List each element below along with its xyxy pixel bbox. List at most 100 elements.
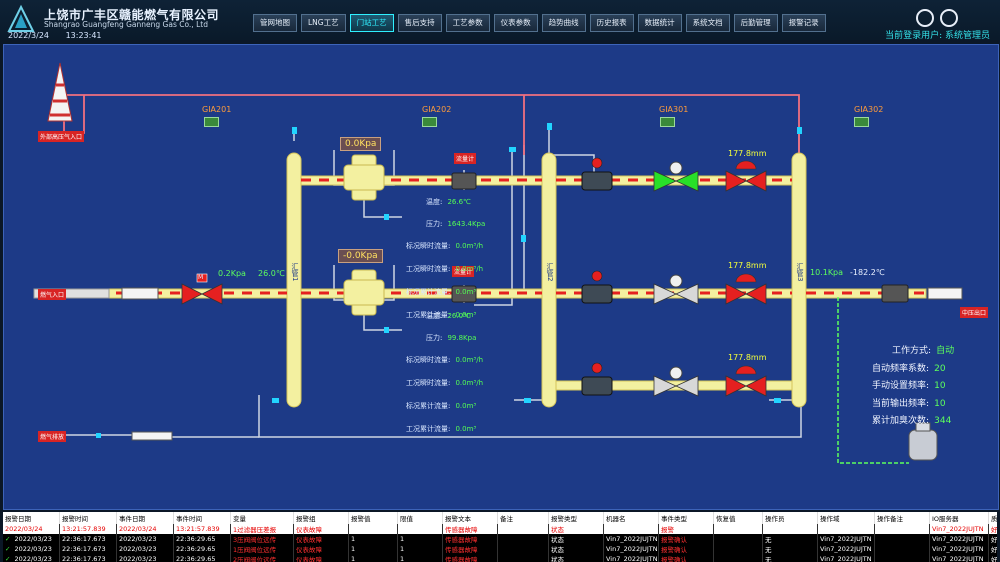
nav-tab-7[interactable]: 历史报表 (589, 14, 634, 32)
gia202-indicator (422, 117, 437, 127)
company-name-en: Shangrao Guangfeng Ganneng Gas Co., Ltd (44, 20, 208, 29)
alarm-table: 报警日期 报警时间 事件日期 事件时间 变量 报警组 报警值 限值 报警文本 备注 报警类型 机器名事… (3, 512, 997, 562)
alarm-cell (874, 524, 930, 534)
alarm-col-header[interactable]: 报警值 (348, 512, 398, 524)
alarm-cell-text: 无 (765, 536, 772, 544)
alarm-cell-text: 报警确认 (661, 546, 687, 554)
checkmark-icon: ✓ (5, 555, 11, 562)
alarm-cell-text: 2022/03/24 (119, 525, 157, 533)
alarm-cell: 报警确认 (658, 554, 714, 562)
alarm-cell (497, 524, 549, 534)
alarm-col-header[interactable]: 报警文本 (442, 512, 498, 524)
gia302-indicator (854, 117, 869, 127)
alarm-col-header[interactable]: 备注 (497, 512, 549, 524)
alarm-cell: ✓ 2022/03/23 (3, 534, 60, 544)
nav-tab-0[interactable]: 管网地图 (253, 14, 297, 32)
alarm-row[interactable]: 2022/03/24 13:21:57.839 2022/03/24 13:21:57… (3, 524, 997, 534)
alarm-cell: 状态 (548, 534, 604, 544)
alarm-cell (817, 524, 875, 534)
alarm-cell: 1 (348, 554, 398, 562)
alarm-col-header[interactable]: 限值 (397, 512, 443, 524)
alarm-cell: 状态 (548, 524, 604, 534)
nav-tab-8[interactable]: 数据统计 (637, 14, 682, 32)
alarm-cell-text: 22:36:29.65 (176, 535, 216, 543)
filter2-pressure: -0.0Kpa (338, 249, 383, 263)
nav-tab-2[interactable]: 门站工艺 (349, 14, 394, 32)
alarm-col-header[interactable]: 质量戳 (988, 512, 997, 524)
alarm-cell-text: Vin7_2022JUJTN (932, 525, 984, 533)
flow-meter-1 (451, 172, 477, 190)
alarm-col-header[interactable]: 报警组 (293, 512, 349, 524)
alarm-row[interactable]: ✓ 2022/03/23 22:36:17.673 2022/03/23 22:36:2… (3, 554, 997, 562)
power-icon[interactable] (916, 9, 934, 27)
alarm-col-header[interactable]: 操作域 (817, 512, 875, 524)
nav-tab-9[interactable]: 系统文档 (685, 14, 730, 32)
current-date: 2022/3/24 (8, 31, 50, 40)
alarm-col-header[interactable]: 操作备注 (874, 512, 930, 524)
alarm-col-header[interactable]: 变量 (230, 512, 294, 524)
alarm-cell-text: 22:36:17.673 (62, 545, 106, 553)
alarm-cell: 13:21:57.839 (59, 524, 117, 534)
alarm-cell-text: 2022/03/23 (119, 535, 157, 543)
alarm-cell-text: 好 (991, 536, 997, 544)
alarm-col-header[interactable]: 报警日期 (3, 512, 60, 524)
alarm-cell: Vin7_2022JUJTN (929, 534, 989, 544)
alarm-cell-text: 传感器故障 (445, 556, 478, 562)
alarm-col-header[interactable]: IO服务器 (929, 512, 989, 524)
alarm-cell: Vin7_2022JUJTN (603, 554, 659, 562)
alarm-cell (713, 534, 763, 544)
alarm-cell-text: 1 (351, 555, 356, 562)
gas-inlet-cone (47, 62, 73, 122)
alarm-cell: 1 (397, 534, 443, 544)
alarm-col-header[interactable]: 报警时间 (59, 512, 117, 524)
alarm-col-header[interactable]: 恢复值 (713, 512, 763, 524)
alarm-cell: 好 (988, 544, 997, 554)
alarm-cell: 2022/03/24 (116, 524, 174, 534)
outlet-hose (927, 287, 963, 300)
odorizer-tank (908, 429, 938, 461)
alarm-cell-text: Vin7_2022JUJTN (932, 535, 984, 543)
process-diagram: 外部高压气入口 燃气入口 中压出口 燃气排放 GIA201 GIA202 GIA… (3, 44, 999, 510)
alarm-cell-text: Vin7_2022JUJTN (932, 545, 984, 553)
nav-tab-10[interactable]: 后勤管理 (733, 14, 778, 32)
alarm-row[interactable]: ✓ 2022/03/23 22:36:17.673 2022/03/23 22:36:2… (3, 544, 997, 554)
alarm-cell-text: 2022/03/23 (14, 555, 52, 562)
nav-tab-4[interactable]: 工艺参数 (445, 14, 490, 32)
user-icon[interactable] (940, 9, 958, 27)
alarm-cell: 13:21:57.839 (173, 524, 231, 534)
alarm-cell-text: 传感器故障 (445, 546, 478, 554)
alarm-cell-text: 2022/03/24 (5, 525, 43, 533)
nav-tab-3[interactable]: 售后支持 (397, 14, 442, 32)
alarm-cell: 无 (762, 534, 818, 544)
inlet-valve (181, 283, 203, 305)
alarm-cell-text: 仪表故障 (296, 526, 322, 534)
alarm-cell-text: 22:36:29.65 (176, 545, 216, 553)
alarm-col-header[interactable]: 机器名 (603, 512, 659, 524)
meter1-tag: 流量计 (454, 153, 477, 164)
alarm-cell-text: 1 (400, 545, 405, 553)
alarm-cell-text: Vin7_2022JUJTN (932, 555, 984, 562)
company-logo-icon (7, 4, 35, 32)
alarm-cell (603, 524, 659, 534)
alarm-col-header[interactable]: 事件日期 (116, 512, 174, 524)
alarm-cell: ✓ 2022/03/23 (3, 544, 60, 554)
alarm-cell-text: 22:36:17.673 (62, 555, 106, 562)
alarm-cell: ✓ 2022/03/23 (3, 554, 60, 562)
alarm-row[interactable]: ✓ 2022/03/23 22:36:17.673 2022/03/23 22:36:2… (3, 534, 997, 544)
alarm-cell-text: 2022/03/23 (119, 545, 157, 553)
alarm-col-header[interactable]: 事件类型 (658, 512, 714, 524)
nav-tab-5[interactable]: 仪表参数 (493, 14, 538, 32)
alarm-cell-text: 无 (765, 546, 772, 554)
alarm-col-header[interactable]: 报警类型 (548, 512, 604, 524)
alarm-cell-text: Vin7_2022JUJTN (820, 555, 872, 562)
outlet-temp: -182.2℃ (850, 268, 885, 277)
nav-tab-11[interactable]: 报警记录 (781, 14, 826, 32)
alarm-cell-text: 报警确认 (661, 556, 687, 562)
alarm-cell-text: 2022/03/23 (14, 545, 52, 553)
nav-tab-1[interactable]: LNG工艺 (301, 14, 346, 32)
header-pipe-2-label: 汇管2 (546, 263, 554, 282)
alarm-col-header[interactable]: 操作员 (762, 512, 818, 524)
nav-tab-6[interactable]: 趋势曲线 (541, 14, 586, 32)
valve-m-label: M (198, 274, 204, 281)
alarm-col-header[interactable]: 事件时间 (173, 512, 231, 524)
